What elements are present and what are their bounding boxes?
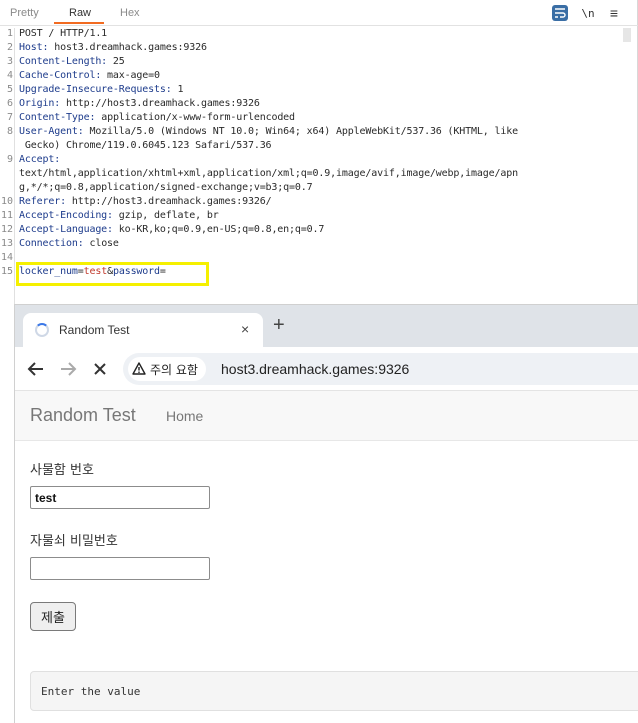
loading-spinner-icon (35, 323, 49, 337)
header-key: Accept-Encoding: (19, 210, 113, 221)
header-key: Connection: (19, 238, 84, 249)
request-line: Cache-Control: max-age=0 (19, 70, 160, 81)
header-key: Content-Length: (19, 56, 108, 67)
header-value: 1 (171, 84, 184, 95)
request-line: Referer: http://host3.dreamhack.games:93… (19, 196, 272, 207)
vertical-scrollbar[interactable] (623, 28, 631, 42)
line-number: 11 (0, 210, 13, 221)
line-number: 10 (0, 196, 13, 207)
nav-home-link[interactable]: Home (166, 408, 203, 424)
forward-arrow-icon[interactable] (57, 358, 79, 380)
line-number: 15 (0, 266, 13, 277)
header-value: Mozilla/5.0 (Windows NT 10.0; Win64; x64… (83, 126, 518, 137)
browser-window: Random Test × + 주의 요함 host3.dreamhack.ga… (14, 304, 638, 723)
tab-raw[interactable]: Raw (69, 7, 91, 19)
browser-toolbar: 주의 요함 host3.dreamhack.games:9326 (15, 347, 638, 391)
request-line: Upgrade-Insecure-Requests: 1 (19, 84, 184, 95)
menu-icon[interactable]: ≡ (606, 5, 622, 21)
header-value: gzip, deflate, br (112, 210, 219, 221)
active-tab-indicator (54, 22, 104, 24)
header-key: User-Agent: (19, 126, 84, 137)
line-number: 6 (6, 98, 13, 109)
header-value: max-age=0 (101, 70, 160, 81)
result-box: Enter the value (30, 671, 638, 711)
header-value: Gecko) Chrome/119.0.6045.123 Safari/537.… (19, 140, 272, 151)
request-line: Host: host3.dreamhack.games:9326 (19, 42, 207, 53)
header-value: application/x-www-form-urlencoded (95, 112, 295, 123)
line-number: 8 (6, 126, 13, 137)
line-number: 7 (6, 112, 13, 123)
new-tab-button[interactable]: + (273, 315, 285, 335)
request-line: Gecko) Chrome/119.0.6045.123 Safari/537.… (19, 140, 272, 151)
line-number: 13 (0, 238, 13, 249)
line-number: 9 (6, 154, 13, 165)
highlight-box (16, 262, 209, 286)
header-key: Origin: (19, 98, 61, 109)
line-number: 12 (0, 224, 13, 235)
security-warning-label: 주의 요함 (150, 362, 198, 377)
line-number: 4 (6, 70, 13, 81)
locker-number-label: 사물함 번호 (30, 463, 94, 478)
header-value: text/html,application/xhtml+xml,applicat… (19, 168, 518, 179)
header-key: Upgrade-Insecure-Requests: (19, 84, 172, 95)
header-value: http://host3.dreamhack.games:9326 (60, 98, 260, 109)
header-key: Cache-Control: (19, 70, 102, 81)
line-number: 14 (0, 252, 13, 263)
result-text: Enter the value (41, 685, 141, 698)
browser-tab[interactable]: Random Test × (23, 313, 263, 347)
request-line: Accept-Language: ko-KR,ko;q=0.9,en-US;q=… (19, 224, 324, 235)
tab-strip: Random Test × + (15, 305, 638, 347)
close-tab-icon[interactable]: × (241, 321, 249, 337)
request-line: g,*/*;q=0.8,application/signed-exchange;… (19, 182, 313, 193)
request-line: Origin: http://host3.dreamhack.games:932… (19, 98, 260, 109)
request-line: Accept: (19, 154, 60, 165)
request-line: POST / HTTP/1.1 (19, 28, 107, 39)
header-key: Host: (19, 42, 49, 53)
request-line: Connection: close (19, 238, 119, 249)
password-label: 자물쇠 비밀번호 (30, 534, 118, 549)
header-value: http://host3.dreamhack.games:9326/ (65, 196, 272, 207)
header-value: close (83, 238, 119, 249)
request-line: User-Agent: Mozilla/5.0 (Windows NT 10.0… (19, 126, 518, 137)
back-arrow-icon[interactable] (25, 358, 47, 380)
line-number: 3 (6, 56, 13, 67)
locker-number-input[interactable] (30, 486, 210, 509)
request-line: Content-Type: application/x-www-form-url… (19, 112, 295, 123)
tab-pretty[interactable]: Pretty (10, 7, 39, 19)
header-key: Accept-Language: (19, 224, 113, 235)
address-bar[interactable]: 주의 요함 host3.dreamhack.games:9326 (123, 353, 638, 385)
header-value: g,*/*;q=0.8,application/signed-exchange;… (19, 182, 313, 193)
password-input[interactable] (30, 557, 210, 580)
request-line: text/html,application/xhtml+xml,applicat… (19, 168, 518, 179)
header-key: POST / HTTP/1.1 (19, 28, 108, 39)
security-warning-chip[interactable]: 주의 요함 (128, 357, 206, 381)
browser-tab-title: Random Test (59, 323, 130, 337)
header-key: Content-Type: (19, 112, 96, 123)
word-wrap-icon[interactable] (552, 5, 568, 21)
url-text[interactable]: host3.dreamhack.games:9326 (221, 361, 409, 377)
tab-hex[interactable]: Hex (120, 7, 140, 19)
header-value: ko-KR,ko;q=0.9,en-US;q=0.8,en;q=0.7 (112, 224, 325, 235)
view-tabs: Pretty Raw Hex \n ≡ (0, 0, 638, 26)
header-key: Referer: (19, 196, 66, 207)
newline-toggle-icon[interactable]: \n (580, 5, 596, 21)
line-number: 1 (6, 28, 13, 39)
request-line: Content-Length: 25 (19, 56, 125, 67)
site-navbar: Random Test Home (15, 391, 638, 441)
stop-loading-icon[interactable] (89, 358, 111, 380)
submit-button[interactable]: 제출 (30, 602, 76, 631)
warning-icon (132, 362, 146, 375)
line-number: 2 (6, 42, 13, 53)
request-editor-pane: Pretty Raw Hex \n ≡ 1 POST / HTTP/1.1 2 Hos… (0, 0, 638, 304)
site-brand[interactable]: Random Test (30, 405, 136, 426)
header-value: 25 (107, 56, 125, 67)
header-key: Accept: (19, 154, 61, 165)
request-line: Accept-Encoding: gzip, deflate, br (19, 210, 219, 221)
header-value: host3.dreamhack.games:9326 (48, 42, 207, 53)
line-number: 5 (6, 84, 13, 95)
